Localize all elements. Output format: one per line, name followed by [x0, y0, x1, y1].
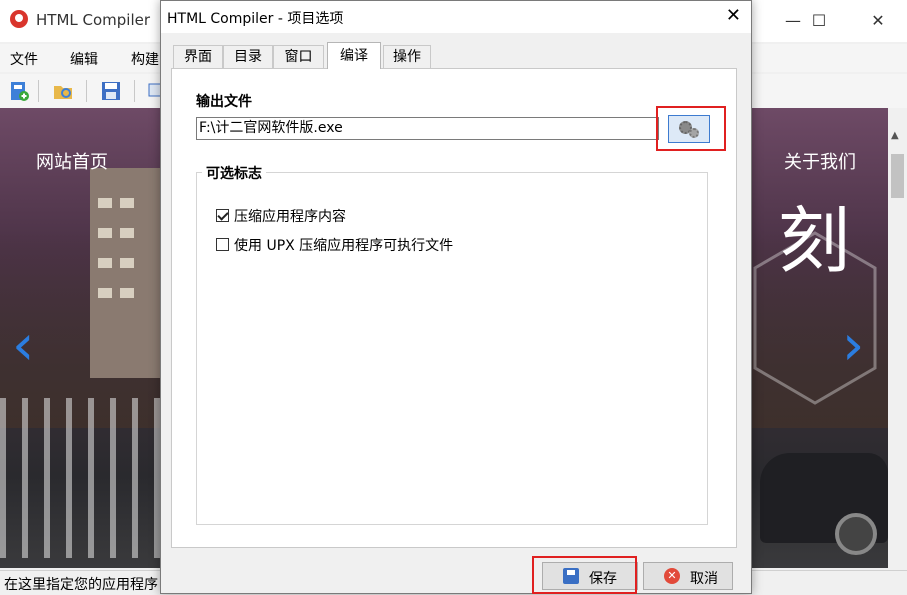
- tab-actions[interactable]: 操作: [383, 45, 431, 68]
- checkbox-label: 压缩应用程序内容: [234, 209, 346, 225]
- scroll-up-icon[interactable]: ▲: [891, 130, 899, 141]
- preview-car-wheel: [835, 513, 877, 555]
- vertical-scrollbar[interactable]: ▲: [888, 108, 907, 568]
- preview-fence: [0, 398, 160, 558]
- dialog-title-bar: HTML Compiler - 项目选项 ✕: [161, 1, 751, 33]
- menu-edit[interactable]: 编辑: [70, 49, 98, 69]
- optional-flags-label: 可选标志: [202, 163, 266, 183]
- toolbar-separator: [134, 80, 135, 102]
- tab-window[interactable]: 窗口: [273, 45, 324, 68]
- carousel-prev-icon[interactable]: ‹: [12, 318, 34, 374]
- project-options-dialog: HTML Compiler - 项目选项 ✕ 界面 目录 窗口 编译 操作 输出…: [160, 0, 752, 594]
- status-text: 在这里指定您的应用程序: [4, 577, 158, 593]
- maximize-button[interactable]: ☐: [796, 0, 842, 42]
- preview-nav-home[interactable]: 网站首页: [36, 148, 108, 174]
- output-file-input[interactable]: F:\计二官网软件版.exe: [196, 117, 659, 140]
- save-icon[interactable]: [100, 80, 122, 102]
- checkbox-checked-icon[interactable]: [216, 209, 229, 222]
- open-folder-icon[interactable]: [52, 80, 74, 102]
- highlight-browse-box: [656, 106, 726, 151]
- cancel-button-label: 取消: [690, 571, 718, 587]
- compile-tab-panel: 输出文件 F:\计二官网软件版.exe 可选标志 压缩应用程序内容 使用 UPX…: [171, 68, 737, 548]
- toolbar-separator: [38, 80, 39, 102]
- scrollbar-thumb[interactable]: [891, 154, 904, 198]
- dialog-close-button[interactable]: ✕: [726, 5, 741, 26]
- main-window-title: HTML Compiler: [36, 11, 151, 29]
- checkbox-unchecked-icon[interactable]: [216, 238, 229, 251]
- carousel-next-icon[interactable]: ›: [842, 318, 864, 374]
- preview-logo-char: 刻: [778, 199, 851, 283]
- checkbox-label: 使用 UPX 压缩应用程序可执行文件: [234, 238, 454, 254]
- dialog-title: HTML Compiler - 项目选项: [167, 11, 344, 27]
- preview-nav-about[interactable]: 关于我们: [784, 148, 856, 174]
- tab-interface[interactable]: 界面: [173, 45, 223, 68]
- menu-build[interactable]: 构建: [131, 49, 159, 69]
- cancel-button[interactable]: ✕ 取消: [643, 562, 733, 590]
- close-button[interactable]: ✕: [855, 0, 901, 42]
- output-file-label: 输出文件: [196, 94, 252, 110]
- tab-directory[interactable]: 目录: [223, 45, 273, 68]
- toolbar-separator: [86, 80, 87, 102]
- highlight-save-box: [532, 556, 637, 594]
- menu-file[interactable]: 文件: [10, 49, 38, 69]
- new-project-icon[interactable]: [8, 80, 30, 102]
- app-logo-icon: [10, 10, 28, 28]
- preview-building: [90, 168, 160, 378]
- tab-compile[interactable]: 编译: [327, 42, 381, 69]
- cancel-icon: ✕: [664, 568, 680, 584]
